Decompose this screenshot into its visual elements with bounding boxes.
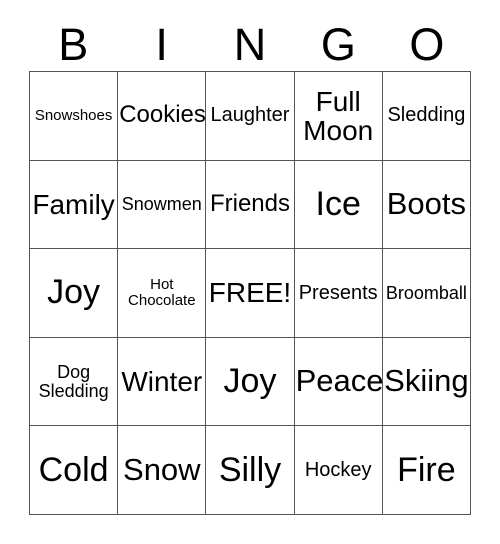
bingo-cell[interactable]: Full Moon xyxy=(294,72,383,161)
bingo-cell[interactable]: Cookies xyxy=(118,72,207,161)
bingo-cell[interactable]: Dog Sledding xyxy=(30,337,119,427)
bingo-cell-label: Friends xyxy=(209,189,290,217)
bingo-cell[interactable]: Peace xyxy=(294,337,383,427)
bingo-cell-label: Ice xyxy=(315,184,361,223)
bingo-cell-label: Laughter xyxy=(210,104,290,127)
bingo-card: B I N G O Snowshoes Cookies Laughter Full M… xyxy=(0,0,500,544)
bingo-cell-label: Silly xyxy=(218,450,282,489)
bingo-cell[interactable]: Cold xyxy=(30,426,119,515)
bingo-cell[interactable]: Snowmen xyxy=(118,160,207,250)
bingo-cell-label: Dog Sledding xyxy=(38,361,109,401)
bingo-cell-label: Snow xyxy=(123,452,201,488)
bingo-header-letter-i: I xyxy=(155,19,168,70)
bingo-cell-label: Winter xyxy=(121,366,203,398)
bingo-cell-label: Broomball xyxy=(385,282,467,303)
bingo-cell[interactable]: FREE! xyxy=(206,249,295,338)
bingo-cell[interactable]: Hot Chocolate xyxy=(118,249,207,338)
bingo-header-letter-o: O xyxy=(409,19,445,70)
bingo-cell-label: Joy xyxy=(223,361,277,400)
bingo-cell-label: Boots xyxy=(386,186,467,222)
bingo-cell-label: Hockey xyxy=(304,458,372,481)
bingo-cell-label: Hot Chocolate xyxy=(128,276,196,309)
bingo-cell[interactable]: Hockey xyxy=(294,426,383,515)
bingo-cell-label: Peace xyxy=(295,363,383,399)
bingo-cell[interactable]: Joy xyxy=(30,249,119,338)
bingo-cell[interactable]: Laughter xyxy=(206,72,295,161)
bingo-cell[interactable]: Family xyxy=(30,160,119,250)
bingo-header-row: B I N G O xyxy=(29,18,471,71)
bingo-cell-label: Cookies xyxy=(119,101,206,129)
bingo-cell-label: Full Moon xyxy=(303,85,374,146)
bingo-cell[interactable]: Silly xyxy=(206,426,295,515)
bingo-cell[interactable]: Winter xyxy=(118,337,207,427)
bingo-cell[interactable]: Friends xyxy=(206,160,295,250)
bingo-cell-label: Snowshoes xyxy=(34,107,113,124)
bingo-cell[interactable]: Skiing xyxy=(382,337,471,427)
bingo-cell-label: Presents xyxy=(298,281,378,304)
bingo-cell-label: Sledding xyxy=(387,104,466,127)
bingo-cell[interactable]: Ice xyxy=(294,160,383,250)
bingo-cell[interactable]: Sledding xyxy=(382,72,471,161)
bingo-header-letter-n: N xyxy=(233,19,267,70)
bingo-cell[interactable]: Boots xyxy=(382,160,471,250)
bingo-grid: Snowshoes Cookies Laughter Full Moon Sleddin… xyxy=(29,71,471,515)
bingo-cell[interactable]: Snowshoes xyxy=(30,72,119,161)
bingo-cell-label: Cold xyxy=(38,450,109,489)
bingo-cell-label: Family xyxy=(32,188,115,220)
bingo-cell[interactable]: Joy xyxy=(206,337,295,427)
bingo-cell[interactable]: Broomball xyxy=(382,249,471,338)
bingo-cell-label: Fire xyxy=(397,450,456,489)
bingo-cell[interactable]: Snow xyxy=(118,426,207,515)
bingo-header-letter-b: B xyxy=(58,19,89,70)
bingo-cell[interactable]: Presents xyxy=(294,249,383,338)
bingo-cell-label: FREE! xyxy=(208,277,292,309)
bingo-cell-label: Snowmen xyxy=(121,194,202,215)
bingo-header-letter-g: G xyxy=(320,19,356,70)
bingo-cell[interactable]: Fire xyxy=(382,426,471,515)
bingo-cell-label: Joy xyxy=(47,273,101,312)
bingo-cell-label: Skiing xyxy=(384,363,469,399)
